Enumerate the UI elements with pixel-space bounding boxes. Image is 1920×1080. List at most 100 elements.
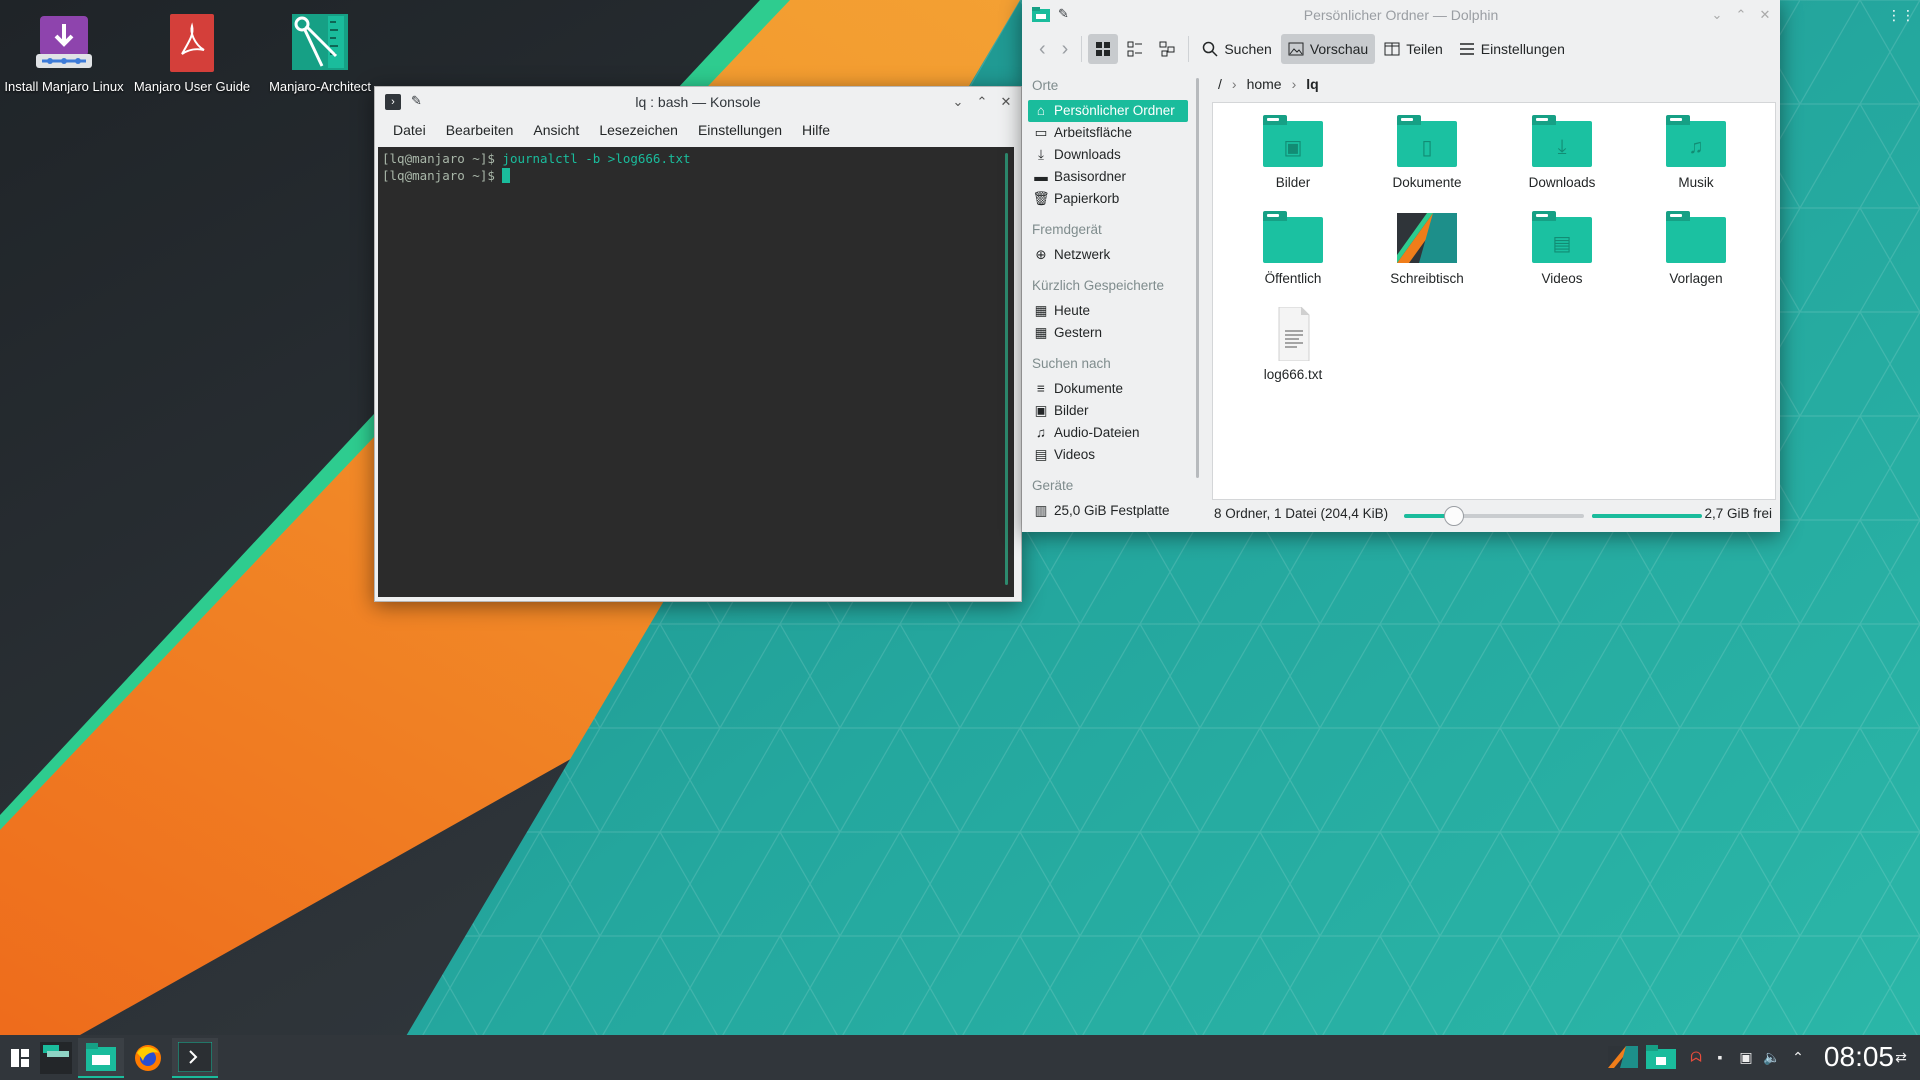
terminal-scrollbar[interactable] [1005,153,1008,585]
download-icon: ⤓ [1038,147,1044,162]
tray-manjaro-settings-icon[interactable] [1608,1046,1638,1068]
status-bar: 8 Ordner, 1 Datei (204,4 KiB) 2,7 GiB fr… [1212,504,1774,526]
desktop-icon-user-guide[interactable]: Manjaro User Guide [132,4,252,96]
pin-icon[interactable]: ✎ [1058,6,1069,22]
preview-button[interactable]: Vorschau [1280,34,1376,64]
place-yesterday[interactable]: ▦ Gestern [1022,322,1200,344]
minimize-button[interactable]: ⌄ [1708,6,1726,24]
breadcrumb-current[interactable]: lq [1306,76,1318,92]
place-desktop[interactable]: ▭ Arbeitsfläche [1022,122,1200,144]
menu-ansicht[interactable]: Ansicht [523,122,589,138]
place-network[interactable]: ⊕ Netzwerk [1022,244,1200,266]
back-button[interactable]: ‹ [1032,34,1053,64]
place-search-videos[interactable]: ▤ Videos [1022,444,1200,466]
place-trash[interactable]: 🗑 Papierkorb [1022,188,1200,210]
place-search-documents[interactable]: ≡ Dokumente [1022,378,1200,400]
settings-button-label: Einstellungen [1480,41,1565,57]
harddisk-icon: ▥ [1034,503,1048,518]
place-home[interactable]: ⌂ Persönlicher Ordner [1028,100,1188,122]
tray-ghost-icon[interactable]: ᗣ [1686,1047,1706,1067]
file-item[interactable]: Öffentlich [1233,211,1353,286]
pin-icon[interactable]: ✎ [411,93,422,109]
desktop-toolbox-icon[interactable]: ⋮⋮ [1887,4,1915,26]
menu-hilfe[interactable]: Hilfe [792,122,840,138]
calendar-icon: ▦ [1034,303,1048,318]
file-item[interactable]: ▯ Dokumente [1367,115,1487,190]
place-search-images[interactable]: ▣ Bilder [1022,400,1200,422]
desktop-icon-manjaro-architect[interactable]: Manjaro-Architect [260,4,380,96]
file-item[interactable]: ⤓ Downloads [1502,115,1622,190]
desktop-icon-label: Manjaro User Guide [133,79,251,94]
place-today[interactable]: ▦ Heute [1022,300,1200,322]
preview-button-label: Vorschau [1309,41,1369,57]
file-item[interactable]: ▣ Bilder [1233,115,1353,190]
file-item-label: log666.txt [1263,367,1323,382]
toolbar-separator [1081,36,1083,62]
application-launcher-button[interactable] [0,1038,40,1078]
hamburger-menu-icon [1459,43,1474,55]
task-konsole[interactable] [172,1038,218,1078]
taskbar-clock[interactable]: 08:05 [1824,1039,1894,1075]
dolphin-app-icon[interactable] [1032,7,1050,22]
chevron-left-icon: ‹ [1039,37,1046,60]
menu-lesezeichen[interactable]: Lesezeichen [589,122,688,138]
terminal-area[interactable]: [lq@manjaro ~]$ journalctl -b >log666.tx… [378,147,1014,597]
shell-command: journalctl -b >log666.txt [494,151,691,166]
tray-expand-chevron-icon[interactable]: ⌃ [1788,1047,1808,1067]
file-item[interactable]: log666.txt [1233,306,1353,382]
task-show-desktop[interactable] [36,1038,76,1078]
zoom-slider[interactable] [1404,506,1584,526]
tray-volume-icon[interactable]: 🔈 [1762,1047,1782,1067]
place-harddisk[interactable]: ▥ 25,0 GiB Festplatte [1022,500,1200,522]
free-space-bar [1592,514,1702,518]
task-firefox[interactable] [128,1038,168,1078]
search-button[interactable]: Suchen [1195,34,1278,64]
file-item[interactable]: ▤ Videos [1502,211,1622,286]
settings-button[interactable]: Einstellungen [1452,34,1572,64]
forward-button[interactable]: › [1055,34,1076,64]
toolbar-separator [1188,36,1190,62]
menu-einstellungen[interactable]: Einstellungen [688,122,792,138]
place-downloads[interactable]: ⤓ Downloads [1022,144,1200,166]
maximize-button[interactable]: ⌃ [1732,6,1750,24]
file-item[interactable]: Schreibtisch [1367,211,1487,286]
place-root[interactable]: ▬ Basisordner [1022,166,1200,188]
file-item[interactable]: ♫ Musik [1636,115,1756,190]
split-button[interactable]: Teilen [1377,34,1450,64]
close-button[interactable]: ✕ [997,93,1015,111]
tray-updates-icon[interactable] [1646,1045,1676,1069]
compact-view-button[interactable] [1120,34,1150,64]
file-item[interactable]: Vorlagen [1636,211,1756,286]
place-label: Persönlicher Ordner [1054,103,1175,118]
dolphin-window[interactable]: ✎ Persönlicher Ordner — Dolphin ⌄ ⌃ ✕ ‹ … [1022,0,1780,532]
menu-bearbeiten[interactable]: Bearbeiten [436,122,524,138]
icon-view-button[interactable] [1088,34,1119,64]
places-scrollbar[interactable] [1196,78,1199,478]
panel-settings-icon[interactable]: ⇄ [1890,1047,1912,1067]
place-label: Heute [1054,303,1091,318]
close-button[interactable]: ✕ [1756,6,1774,24]
task-dolphin[interactable] [78,1038,124,1078]
tray-usb-icon[interactable]: ▪ [1710,1047,1730,1067]
konsole-titlebar[interactable]: › ✎ lq : bash — Konsole ⌄ ⌃ ✕ [375,87,1021,117]
menu-datei[interactable]: Datei [383,122,436,138]
desktop-icon-install-manjaro[interactable]: Install Manjaro Linux [4,4,124,96]
status-summary: 8 Ordner, 1 Datei (204,4 KiB) [1214,506,1389,521]
desktop-pager-icon [40,1042,72,1074]
konsole-window[interactable]: › ✎ lq : bash — Konsole ⌄ ⌃ ✕ Datei Bear… [374,86,1022,602]
konsole-app-icon[interactable]: › [385,94,401,110]
details-view-button[interactable] [1152,34,1182,64]
minimize-button[interactable]: ⌄ [949,93,967,111]
breadcrumb-home[interactable]: home [1247,76,1282,92]
file-view[interactable]: ▣ Bilder ▯ Dokumente ⤓ Downloads ♫ Musik… [1212,102,1776,500]
zoom-slider-handle[interactable] [1443,506,1464,526]
file-item-label: Videos [1541,271,1583,286]
breadcrumb-root[interactable]: / [1218,76,1222,92]
dolphin-titlebar[interactable]: ✎ Persönlicher Ordner — Dolphin ⌄ ⌃ ✕ [1022,0,1780,30]
maximize-button[interactable]: ⌃ [973,93,991,111]
place-search-audio[interactable]: ♫ Audio-Dateien [1022,422,1200,444]
place-label: Basisordner [1054,169,1127,184]
folder-documents-icon: ▯ [1397,115,1457,169]
file-item-label: Bilder [1275,175,1311,190]
tray-network-icon[interactable]: ▣ [1736,1047,1756,1067]
